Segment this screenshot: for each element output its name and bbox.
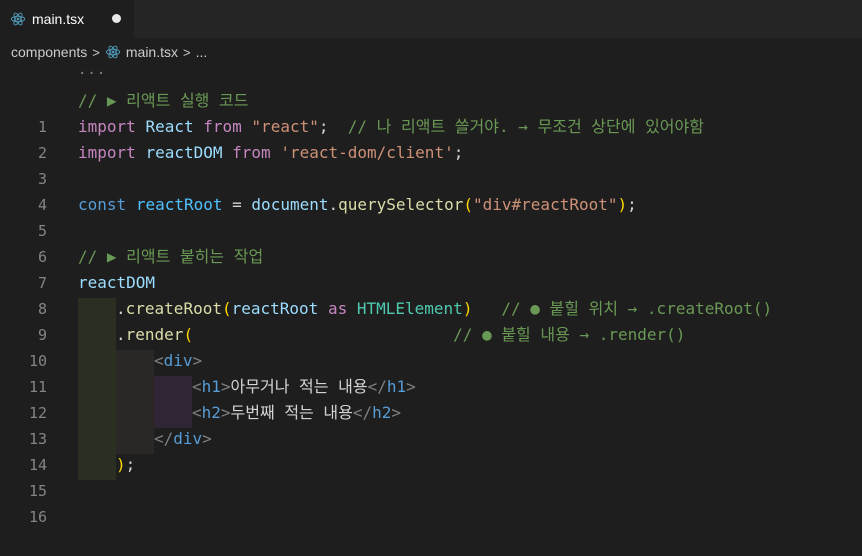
tag-bracket: > [220,377,231,396]
line-number: 16 [28,508,47,526]
tag-bracket: < [192,377,202,396]
punctuation: . [116,325,126,344]
comment: // ▶ 리액트 붙히는 작업 [78,247,264,266]
comment: // ● 붙힐 내용 → .render() [193,325,686,344]
punctuation: ; [318,117,329,136]
react-icon [105,45,121,59]
comment: // ● 붙힐 위치 → .createRoot() [472,299,773,318]
jsx-text: 아무거나 적는 내용 [230,377,368,396]
breadcrumb-file[interactable]: main.tsx [126,44,178,60]
code-line: 9 .createRoot(reactRoot as HTMLElement) … [0,296,862,344]
punctuation: ; [125,455,136,474]
identifier: reactDOM [145,143,223,162]
tag-name: div [173,429,203,448]
identifier: reactRoot [135,195,223,214]
folded-region-indicator[interactable]: ... [78,62,106,78]
function-name: render [125,325,184,344]
comment: // ▶ 리액트 실행 코드 [78,91,249,110]
code-line: 1 // ▶ 리액트 실행 코드 [0,88,862,136]
breadcrumb-folder[interactable]: components [11,44,87,60]
identifier: document [251,195,329,214]
keyword: from [203,117,242,136]
identifier: reactDOM [78,273,156,292]
punctuation: ; [453,143,464,162]
code-line: 14 </div> [0,426,862,474]
code-line: 10 .render( // ● 붙힐 내용 → .render() [0,322,862,370]
string: "div#reactRoot" [473,195,618,214]
code-line: 5 const reactRoot = document.querySelect… [0,192,862,240]
tag-bracket: > [202,429,212,448]
keyword: import [78,143,136,162]
tag-bracket: </ [154,429,174,448]
code-editor[interactable]: ... 1 // ▶ 리액트 실행 코드 2 import React from… [0,62,862,526]
type-name: HTMLElement [356,299,463,318]
tag-bracket: < [154,351,164,370]
tag-bracket: </ [352,403,373,422]
bracket: ( [463,195,473,214]
breadcrumb-separator: > [183,44,191,60]
code-line: 11 <div> [0,348,862,396]
keyword: as [318,299,357,318]
tag-bracket: > [406,377,416,396]
keyword: from [232,143,271,162]
bracket: ) [617,195,628,214]
tag-bracket: < [192,403,202,422]
identifier: reactRoot [231,299,319,318]
punctuation: . [328,195,339,214]
string: 'react-dom/client' [280,143,454,162]
tab-main-tsx[interactable]: main.tsx [0,0,134,38]
string: "react" [251,117,319,136]
tag-bracket: > [391,403,402,422]
breadcrumb-symbols[interactable]: ... [196,44,208,60]
tab-label: main.tsx [32,11,85,27]
tag-bracket: > [192,351,203,370]
tag-bracket: </ [367,377,387,396]
bracket: ( [221,299,232,318]
tag-name: h2 [372,403,392,422]
code-line: 7 // ▶ 리액트 붙히는 작업 [0,244,862,292]
code-line: 3 import reactDOM from 'react-dom/client… [0,140,862,188]
punctuation: . [116,299,126,318]
punctuation: ; [627,195,637,214]
identifier: React [145,117,194,136]
tag-name: h1 [386,377,407,396]
code-line: 16 [0,478,862,526]
comment: // 나 리액트 쓸거야. → 무조건 상단에 있어야함 [328,117,704,136]
keyword: import [78,117,136,136]
code-line: 2 import React from "react"; // 나 리액트 쓸거… [0,114,862,162]
tag-name: h2 [201,403,221,422]
bracket: ( [183,325,194,344]
tag-name: div [163,351,193,370]
function-name: createRoot [125,299,222,318]
breadcrumb: components > main.tsx > ... [0,38,862,66]
react-icon [10,12,26,26]
tag-bracket: > [220,403,231,422]
code-line: 8 reactDOM [0,270,862,318]
tab-bar: main.tsx [0,0,862,38]
function-name: querySelector [338,195,464,214]
breadcrumb-separator: > [92,44,100,60]
jsx-text: 두번째 적는 내용 [230,403,353,422]
tag-name: h1 [201,377,221,396]
code-line: 13 <h2>두번째 적는 내용</h2> [0,400,862,448]
unsaved-dot-icon[interactable] [112,14,121,23]
code-line: 6 [0,218,862,266]
operator: = [222,195,252,214]
bracket: ) [116,455,126,474]
code-line: 4 [0,166,862,214]
code-line: 12 <h1>아무거나 적는 내용</h1> [0,374,862,422]
code-line: 15 ); [0,452,862,500]
bracket: ) [462,299,473,318]
keyword: const [78,195,127,214]
